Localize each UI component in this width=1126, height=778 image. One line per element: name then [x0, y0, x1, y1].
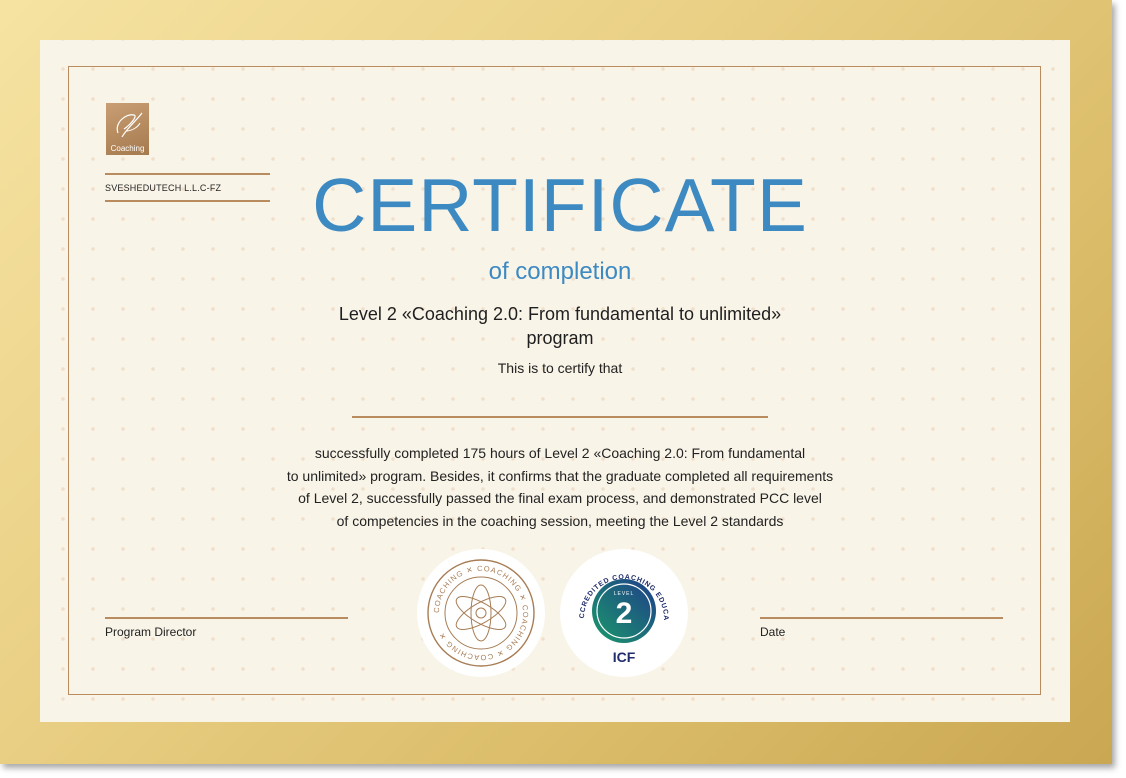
certificate-title: CERTIFICATE: [312, 163, 808, 247]
recipient-name-line: [352, 416, 768, 418]
certify-text: This is to certify that: [497, 360, 623, 376]
icf-seal: ICF ACCREDITED COACHING EDUCATION LEVEL …: [557, 544, 688, 677]
program-line-2: program: [526, 328, 594, 348]
icf-seal-icon: ICF ACCREDITED COACHING EDUCATION LEVEL …: [557, 544, 668, 665]
certificate-subtitle: of completion: [488, 258, 632, 285]
statement-line-4: of competencies in the coaching session,…: [336, 512, 784, 529]
company-logo: Coaching: [106, 103, 149, 155]
date-label: Date: [760, 625, 786, 639]
date-line: [760, 617, 1003, 619]
coaching-seal-icon: COACHING ✕ COACHING ✕ COACHING ✕ COACHIN…: [427, 559, 535, 667]
svg-text:COACHING ✕ COACHING ✕ COACHING: COACHING ✕ COACHING ✕ COACHING ✕ COACHIN…: [432, 564, 530, 662]
completion-statement: successfully completed 175 hours of Leve…: [40, 442, 1080, 532]
program-name: Level 2 «Coaching 2.0: From fundamental …: [40, 302, 1080, 350]
certificate-paper: Coaching SVESHEDUTECH L.L.C-FZ CERTIFICA…: [40, 40, 1070, 722]
icf-level-number: 2: [616, 597, 633, 630]
inner-border: [68, 66, 1041, 695]
coaching-seal-text: COACHING ✕ COACHING ✕ COACHING ✕ COACHIN…: [432, 564, 529, 662]
program-line-1: Level 2 «Coaching 2.0: From fundamental …: [338, 304, 782, 324]
certificate-frame: Coaching SVESHEDUTECH L.L.C-FZ CERTIFICA…: [0, 0, 1112, 764]
icf-brand: ICF: [613, 649, 636, 665]
statement-line-2: to unlimited» program. Besides, it confi…: [286, 467, 834, 484]
statement-line-3: of Level 2, successfully passed the fina…: [298, 490, 822, 506]
statement-line-1: successfully completed 175 hours of Leve…: [314, 445, 806, 461]
director-signature-line: [105, 617, 348, 619]
logo-label: Coaching: [110, 144, 145, 153]
coaching-seal: COACHING ✕ COACHING ✕ COACHING ✕ COACHIN…: [417, 549, 545, 677]
director-label: Program Director: [105, 625, 197, 639]
coaching-logo-icon: [116, 112, 143, 138]
